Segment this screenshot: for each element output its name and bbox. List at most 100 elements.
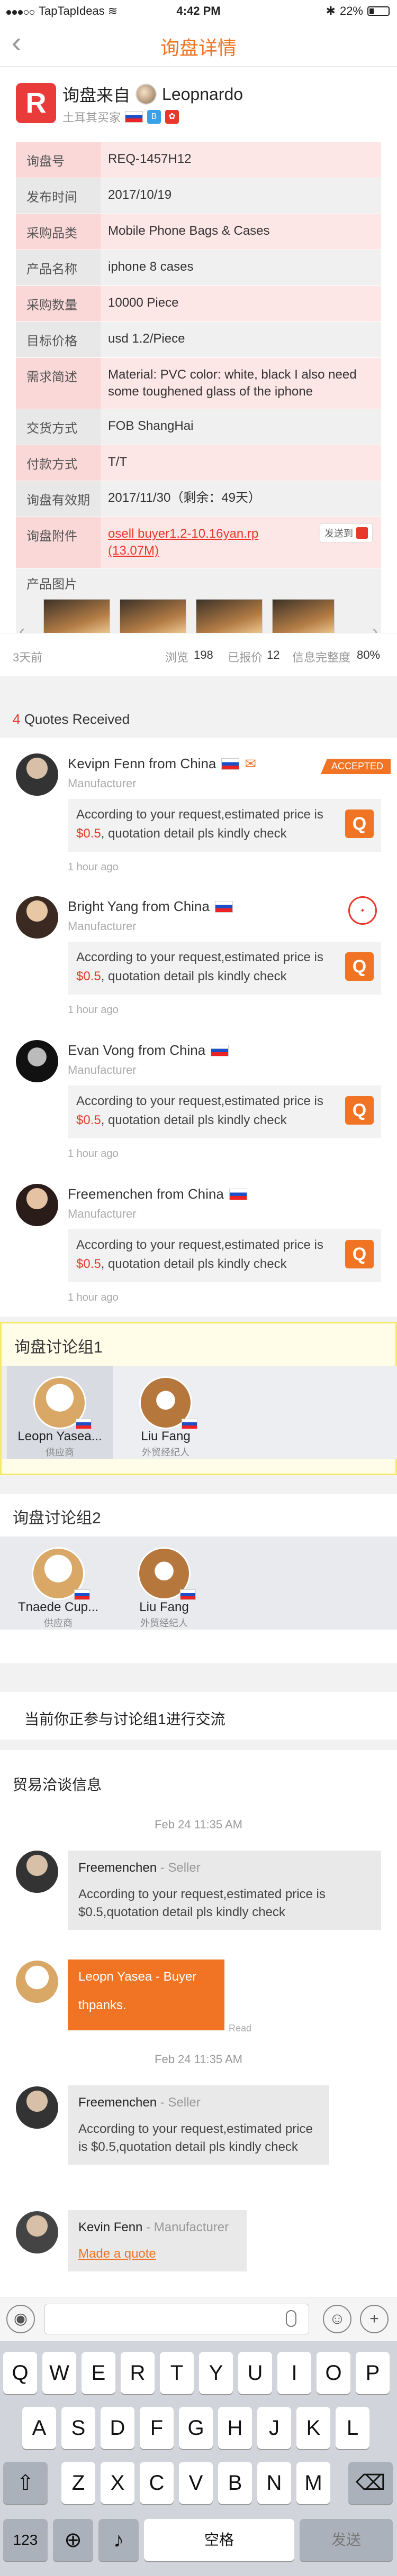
key[interactable]: R: [121, 2352, 155, 2394]
russia-flag-icon: [76, 1419, 92, 1429]
quote-detail-button[interactable]: Q: [345, 952, 374, 981]
group-member[interactable]: Tnaede Cup... 供应商: [5, 1537, 111, 1630]
sender-avatar[interactable]: [16, 2086, 58, 2129]
quote-price: $0.5: [76, 969, 101, 983]
sender-avatar[interactable]: [16, 1851, 58, 1893]
supplier-avatar[interactable]: [16, 753, 58, 796]
detail-label: 交货方式: [16, 409, 101, 445]
key[interactable]: C: [140, 2462, 174, 2504]
key[interactable]: X: [101, 2462, 134, 2504]
buyer-name[interactable]: Leopnardo: [162, 85, 243, 104]
quote-item[interactable]: Freemenchen from China Manufacturer Acco…: [0, 1179, 397, 1321]
supplier-name[interactable]: Bright Yang from China: [68, 898, 210, 915]
key[interactable]: A: [22, 2407, 56, 2449]
quotes-count: 4: [13, 711, 21, 727]
plus-icon[interactable]: +: [360, 2305, 389, 2333]
detail-value: REQ-1457H12: [108, 152, 192, 166]
dictation-key-icon[interactable]: ♪: [98, 2519, 139, 2561]
key[interactable]: Y: [199, 2352, 233, 2394]
chat-date: Feb 24 11:35 AM: [155, 2053, 242, 2066]
supplier-avatar[interactable]: [16, 1184, 58, 1226]
shift-key-icon[interactable]: ⇧: [3, 2462, 48, 2504]
quote-time: 1 hour ago: [68, 861, 119, 873]
quote-item[interactable]: Kevipn Fenn from China ✉ Manufacturer ACC…: [0, 748, 397, 891]
key[interactable]: W: [42, 2352, 76, 2394]
sender-avatar[interactable]: [16, 2211, 58, 2253]
key[interactable]: J: [257, 2407, 291, 2449]
quote-item[interactable]: Bright Yang from China Manufacturer ✦ Ac…: [0, 891, 397, 1034]
member-name: Liu Fang: [141, 1429, 191, 1443]
key[interactable]: M: [296, 2462, 330, 2504]
detail-value: 10000 Piece: [108, 296, 179, 310]
detail-row: 采购品类 Mobile Phone Bags & Cases: [16, 214, 381, 250]
quote-detail-button[interactable]: Q: [345, 809, 374, 838]
quote-text: According to your request,estimated pric…: [76, 1094, 323, 1108]
supplier-name[interactable]: Freemenchen from China: [68, 1186, 224, 1202]
quote-text: According to your request,estimated pric…: [76, 1238, 323, 1252]
supplier-name[interactable]: Evan Vong from China: [68, 1042, 205, 1059]
buyer-avatar[interactable]: [136, 84, 157, 105]
numbers-key[interactable]: 123: [3, 2519, 48, 2561]
group-notice: 当前你正参与讨论组1进行交流: [0, 1692, 397, 1740]
send-to-button[interactable]: 发送到: [320, 523, 373, 542]
microphone-icon[interactable]: [286, 2310, 296, 2327]
emoji-icon[interactable]: ☺: [323, 2305, 351, 2333]
space-key[interactable]: 空格: [144, 2519, 294, 2561]
made-quote-link[interactable]: Made a quote: [78, 2245, 236, 2263]
group-member[interactable]: Liu Fang 外贸经纪人: [113, 1366, 219, 1459]
send-key[interactable]: 发送: [300, 2519, 393, 2561]
discussion-group-2[interactable]: 询盘讨论组2 Tnaede Cup... 供应商 Liu Fang 外贸经纪人: [0, 1494, 397, 1663]
bluetooth-icon: ✱: [326, 4, 336, 17]
key[interactable]: B: [218, 2462, 252, 2504]
key[interactable]: O: [317, 2352, 350, 2394]
key[interactable]: L: [336, 2407, 369, 2449]
quote-price: $0.5: [76, 826, 101, 841]
key[interactable]: Q: [3, 2352, 37, 2394]
key[interactable]: Z: [61, 2462, 95, 2504]
key[interactable]: F: [140, 2407, 174, 2449]
sender-role: - Manufacturer: [142, 2220, 229, 2234]
mail-icon[interactable]: ✉: [245, 756, 256, 772]
quote-price: $0.5: [76, 1257, 101, 1271]
sender-avatar[interactable]: [16, 1961, 58, 2003]
quote-detail-button[interactable]: Q: [345, 1096, 374, 1125]
key[interactable]: V: [179, 2462, 213, 2504]
supplier-avatar[interactable]: [16, 1040, 58, 1082]
key[interactable]: I: [277, 2352, 311, 2394]
detail-row: 付款方式 T/T: [16, 445, 381, 481]
key[interactable]: S: [61, 2407, 95, 2449]
attachment-link[interactable]: osell buyer1.2-10.16yan.rp (13.07M): [108, 526, 283, 559]
key[interactable]: E: [82, 2352, 115, 2394]
inquiry-stats: 3天前 浏览 198 已报价 12 信息完整度 80%: [0, 633, 397, 676]
detail-row: 询盘有效期 2017/11/30（剩余：49天）: [16, 481, 381, 517]
supplier-avatar[interactable]: [16, 896, 58, 939]
backspace-key-icon[interactable]: ⌫: [348, 2462, 393, 2504]
detail-value: T/T: [108, 455, 127, 469]
voice-toggle-icon[interactable]: ◉: [6, 2305, 35, 2333]
message-input[interactable]: [44, 2304, 309, 2334]
russia-flag-icon: [125, 111, 143, 123]
views-label: 浏览: [165, 651, 189, 664]
group-member[interactable]: Leopn Yasea... 供应商: [7, 1366, 113, 1459]
discussion-group-1[interactable]: 询盘讨论组1 Leopn Yasea... 供应商 Liu Fang 外贸经纪人: [0, 1322, 397, 1475]
key[interactable]: K: [296, 2407, 330, 2449]
key[interactable]: G: [179, 2407, 213, 2449]
detail-value: iphone 8 cases: [108, 260, 194, 274]
quote-item[interactable]: Evan Vong from China Manufacturer Accord…: [0, 1035, 397, 1177]
key[interactable]: H: [218, 2407, 252, 2449]
verified-badge-icon: B: [147, 110, 161, 124]
key[interactable]: T: [160, 2352, 194, 2394]
supplier-name[interactable]: Kevipn Fenn from China: [68, 756, 216, 772]
key[interactable]: D: [101, 2407, 134, 2449]
trade-chat: 贸易洽谈信息 Feb 24 11:35 AM Freemenchen - Sel…: [0, 1750, 397, 2297]
key[interactable]: N: [257, 2462, 291, 2504]
group-member[interactable]: Liu Fang 外贸经纪人: [111, 1537, 217, 1630]
globe-key-icon[interactable]: ⊕: [53, 2519, 93, 2561]
key[interactable]: P: [356, 2352, 390, 2394]
sender-role: - Seller: [157, 2095, 201, 2110]
status-bar: TapTapIdeas ≋ 4:42 PM ✱ 22%: [0, 0, 397, 21]
detail-label: 目标价格: [16, 322, 101, 357]
key[interactable]: U: [238, 2352, 272, 2394]
chat-input-bar: ◉ ☺ +: [0, 2297, 397, 2341]
quote-detail-button[interactable]: Q: [345, 1240, 374, 1268]
